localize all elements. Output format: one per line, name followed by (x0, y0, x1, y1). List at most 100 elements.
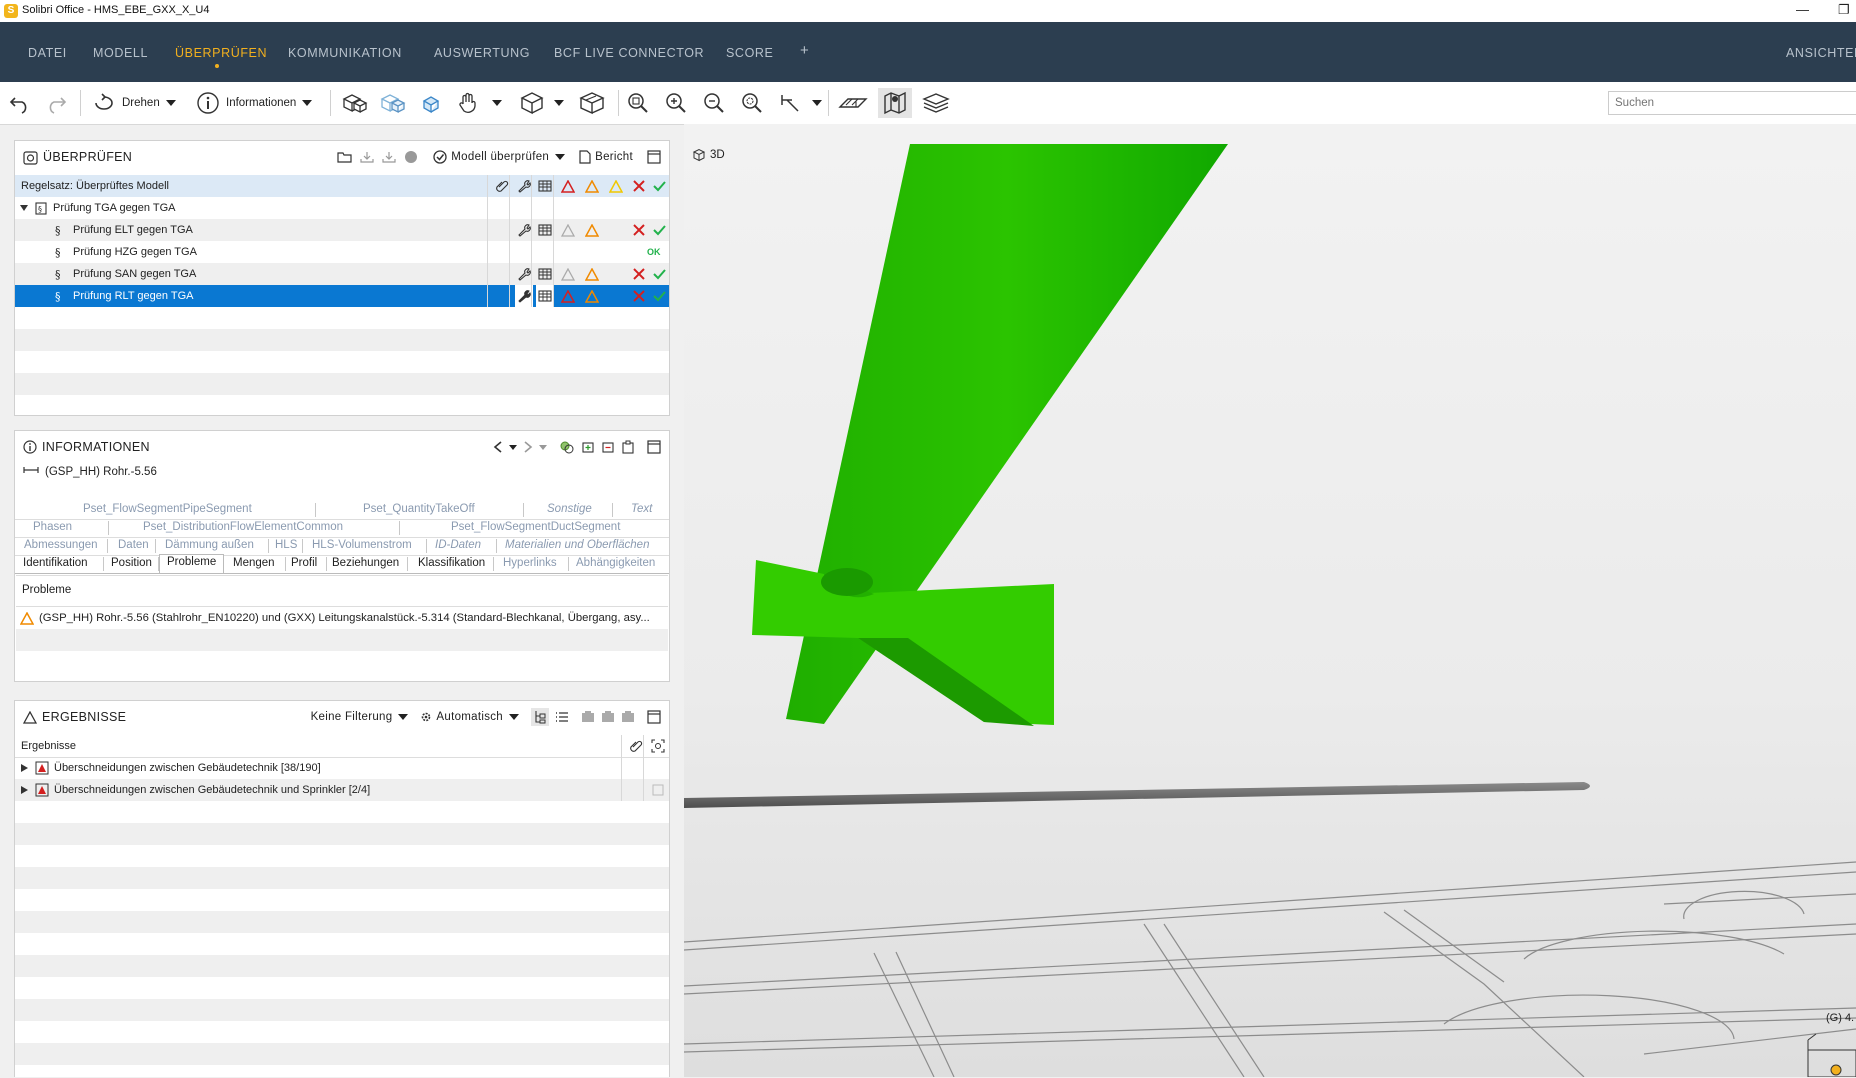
slide-remove-icon[interactable] (621, 710, 635, 724)
map-view-toggle[interactable] (878, 88, 912, 118)
view-cube-dropdown[interactable] (518, 92, 564, 115)
tab-abhaengigkeiten[interactable]: Abhängigkeiten (576, 557, 655, 569)
history-forward-dropdown-icon[interactable] (539, 444, 547, 450)
model-box-icon[interactable] (340, 92, 368, 114)
empty-row (15, 373, 669, 395)
menu-auswertung[interactable]: AUSWERTUNG (434, 46, 530, 60)
undo-icon[interactable] (8, 92, 32, 114)
zoom-out-icon[interactable] (702, 92, 726, 114)
tab-klassifikation[interactable]: Klassifikation (418, 557, 485, 569)
tree-view-icon[interactable] (531, 708, 549, 726)
tab-sonstige[interactable]: Sonstige (547, 503, 592, 515)
maximize-panel-icon[interactable] (647, 150, 661, 164)
section-box-icon[interactable] (578, 92, 606, 115)
wrench-icon[interactable] (517, 263, 531, 285)
select-components-icon[interactable] (559, 440, 575, 454)
tab-mengen[interactable]: Mengen (233, 557, 275, 569)
maximize-panel-icon[interactable] (647, 710, 661, 724)
check-model-button[interactable]: Modell überprüfen (433, 150, 566, 164)
tab-position[interactable]: Position (111, 557, 152, 569)
menu-kommunikation[interactable]: KOMMUNIKATION (288, 46, 402, 60)
layers-icon[interactable] (922, 92, 950, 114)
table-icon[interactable] (538, 219, 552, 241)
tab-text[interactable]: Text (631, 503, 652, 515)
expand-arrow-icon[interactable] (21, 779, 28, 801)
menu-modell[interactable]: MODELL (93, 46, 148, 60)
info-dropdown[interactable]: Informationen (196, 92, 313, 114)
tab-hls-volumenstrom[interactable]: HLS-Volumenstrom (312, 539, 412, 551)
attachment-icon[interactable] (629, 735, 643, 757)
attachment-icon[interactable] (495, 175, 509, 197)
wrench-icon[interactable] (517, 175, 531, 197)
table-icon[interactable] (538, 175, 552, 197)
rule-row[interactable]: § Prüfung HZG gegen TGA OK (15, 241, 669, 263)
wrench-icon[interactable] (517, 219, 531, 241)
menu-score[interactable]: SCORE (726, 46, 773, 60)
back-arrow-icon[interactable] (493, 441, 503, 453)
tab-materialien-und-oberflaechen[interactable]: Materialien und Oberflächen (505, 539, 649, 551)
tab-hls[interactable]: HLS (275, 539, 297, 551)
rule-group-row[interactable]: § Prüfung TGA gegen TGA (15, 197, 669, 219)
viewport-3d[interactable]: 3D (G) 4. (684, 124, 1856, 1077)
focus-icon[interactable] (651, 735, 665, 757)
restore-button[interactable]: ❐ (1838, 2, 1850, 18)
rule-row[interactable]: § Prüfung SAN gegen TGA (15, 263, 669, 285)
report-button[interactable]: Bericht (579, 150, 633, 164)
clipboard-icon[interactable] (621, 440, 635, 454)
redo-icon[interactable] (44, 92, 68, 114)
selection-box-icon[interactable] (416, 92, 444, 114)
tab-identifikation[interactable]: Identifikation (23, 557, 88, 569)
tab-probleme[interactable]: Probleme (159, 554, 225, 573)
slide-icon[interactable] (581, 710, 595, 724)
upload-icon[interactable] (359, 150, 375, 164)
download-icon[interactable] (381, 150, 397, 164)
rule-row-selected[interactable]: § Prüfung RLT gegen TGA (15, 285, 669, 307)
tab-daten[interactable]: Daten (118, 539, 149, 551)
tab-pset-quantitytakeoff[interactable]: Pset_QuantityTakeOff (363, 503, 475, 515)
zoom-in-icon[interactable] (664, 92, 688, 114)
rotate-dropdown[interactable]: Drehen (92, 92, 176, 114)
tab-pset-flowsegment-pipesegment[interactable]: Pset_FlowSegmentPipeSegment (83, 503, 252, 515)
record-icon[interactable] (403, 150, 419, 164)
maximize-panel-icon[interactable] (647, 440, 661, 454)
problem-row[interactable]: (GSP_HH) Rohr.-5.56 (Stahlrohr_EN10220) … (16, 606, 668, 630)
tab-hyperlinks[interactable]: Hyperlinks (503, 557, 557, 569)
floor-plan-icon[interactable] (838, 92, 868, 114)
open-folder-icon[interactable] (337, 150, 353, 164)
history-dropdown-icon[interactable] (509, 444, 517, 450)
tab-daemmung-aussen[interactable]: Dämmung außen (165, 539, 254, 551)
menu-ueberpruefen[interactable]: ÜBERPRÜFEN (175, 46, 267, 60)
menu-datei[interactable]: DATEI (28, 46, 67, 60)
rule-row[interactable]: § Prüfung ELT gegen TGA (15, 219, 669, 241)
menu-bcf-live-connector[interactable]: BCF LIVE CONNECTOR (554, 46, 704, 60)
table-icon[interactable] (538, 263, 552, 285)
tab-beziehungen[interactable]: Beziehungen (332, 557, 399, 569)
tab-id-daten[interactable]: ID-Daten (435, 539, 481, 551)
expand-arrow-icon[interactable] (21, 757, 28, 779)
slide-add-icon[interactable] (601, 710, 615, 724)
search-input[interactable] (1608, 91, 1856, 115)
tab-profil[interactable]: Profil (291, 557, 317, 569)
list-view-icon[interactable] (555, 710, 569, 724)
zoom-selected-icon[interactable] (740, 92, 764, 114)
grouping-dropdown[interactable]: Automatisch (420, 711, 519, 723)
add-property-icon[interactable] (581, 440, 595, 454)
minimize-button[interactable]: — (1796, 2, 1809, 17)
transparent-box-icon[interactable] (378, 92, 406, 114)
tab-pset-flowsegment-ductsegment[interactable]: Pset_FlowSegmentDuctSegment (451, 521, 620, 533)
add-tab-button[interactable]: + (800, 42, 809, 59)
tab-pset-distribution-flow-element-common[interactable]: Pset_DistributionFlowElementCommon (143, 521, 343, 533)
forward-arrow-icon[interactable] (523, 441, 533, 453)
zoom-fit-icon[interactable] (626, 92, 650, 114)
filter-dropdown[interactable]: Keine Filterung (311, 711, 409, 723)
tab-phasen[interactable]: Phasen (33, 521, 72, 533)
menu-ansichten[interactable]: ANSICHTEN (1786, 46, 1856, 60)
expand-arrow-icon[interactable] (20, 197, 28, 219)
result-group-row[interactable]: Überschneidungen zwischen Gebäudetechnik… (15, 779, 669, 801)
remove-property-icon[interactable] (601, 440, 615, 454)
table-icon[interactable] (536, 285, 554, 307)
hand-tool-dropdown[interactable] (456, 92, 502, 114)
measure-dropdown[interactable] (778, 92, 822, 114)
tab-abmessungen[interactable]: Abmessungen (24, 539, 98, 551)
result-group-row[interactable]: Überschneidungen zwischen Gebäudetechnik… (15, 757, 669, 779)
